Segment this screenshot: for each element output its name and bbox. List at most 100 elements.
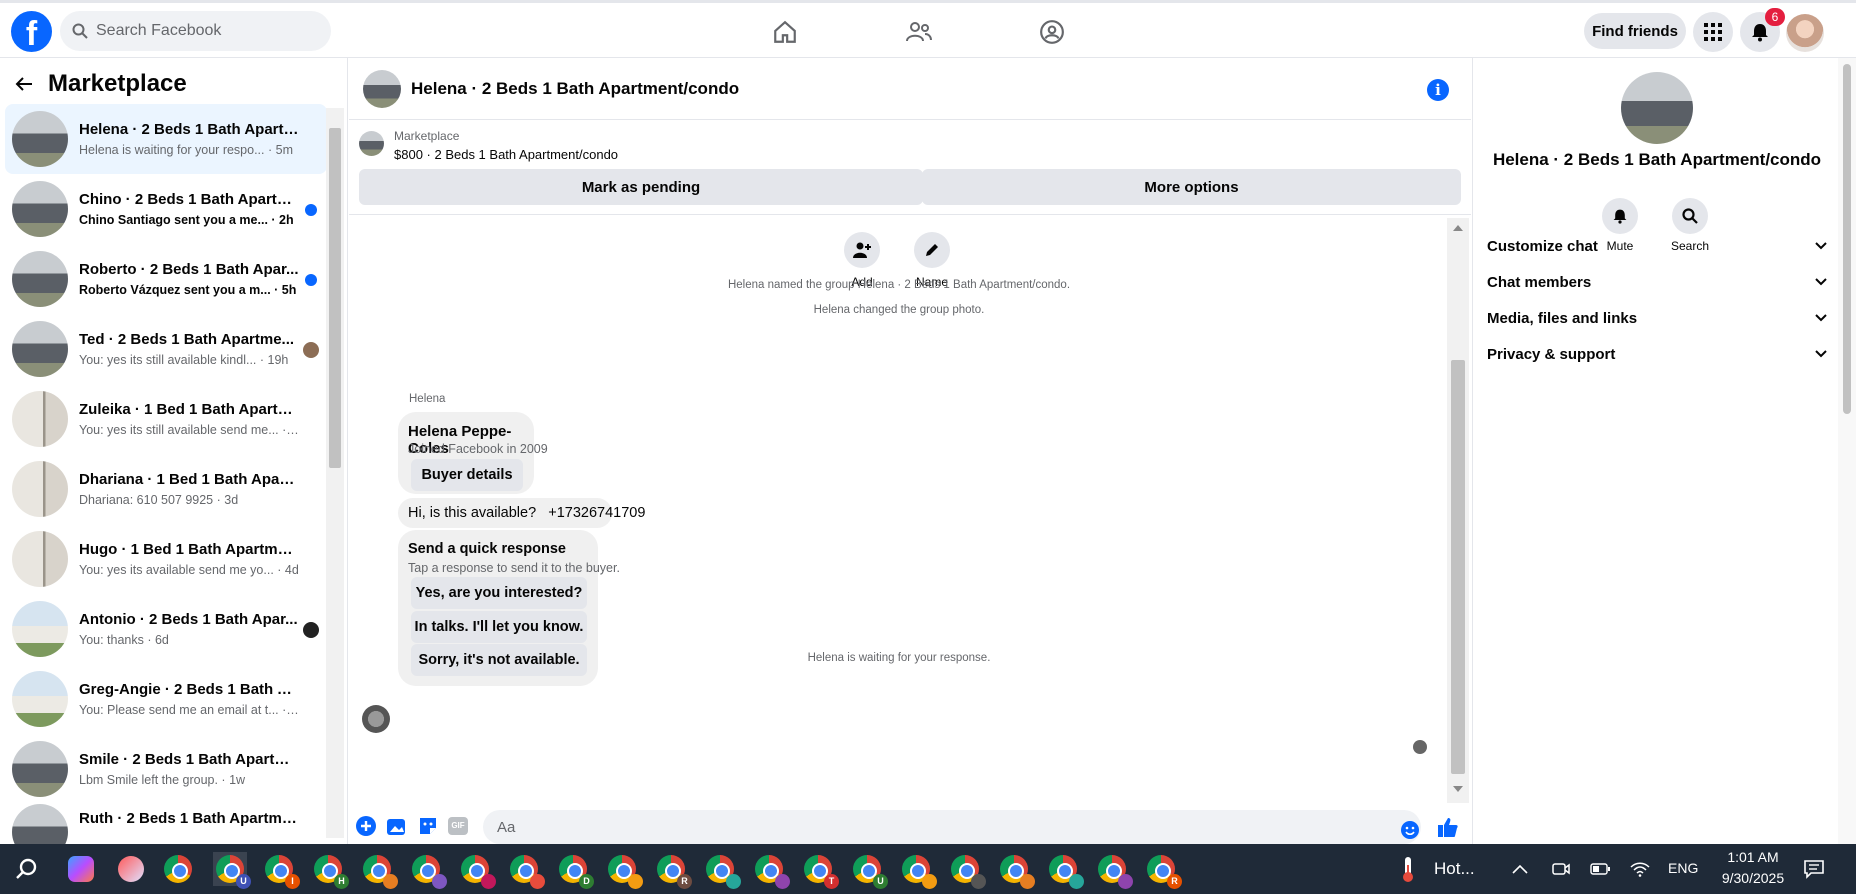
more-options-button[interactable]: More options <box>922 169 1461 205</box>
home-icon[interactable] <box>770 17 800 47</box>
camera-icon[interactable] <box>1544 852 1578 886</box>
clock-date[interactable]: 9/30/2025 <box>1712 870 1794 886</box>
sticker-icon[interactable] <box>417 815 439 837</box>
conversation-item[interactable]: Greg-Angie · 2 Beds 1 Bath Ap... You: Ple… <box>5 664 327 734</box>
chevron-up-icon[interactable] <box>1503 852 1537 886</box>
customize-chat-section[interactable]: Customize chat <box>1487 228 1827 264</box>
mark-as-pending-button[interactable]: Mark as pending <box>359 169 923 205</box>
search-input[interactable]: Search Facebook <box>96 22 221 40</box>
conversation-preview: Dhariana: 610 507 9925 · 3d <box>79 493 239 507</box>
chrome-profile-icon[interactable] <box>1046 852 1084 889</box>
facebook-logo-icon[interactable]: f <box>11 11 52 52</box>
weather-icon[interactable] <box>1391 852 1425 886</box>
quick-response-yes-button[interactable]: Yes, are you interested? <box>411 577 587 609</box>
chrome-profile-icon[interactable] <box>752 852 790 889</box>
chrome-profile-icon[interactable]: R <box>1144 852 1182 889</box>
listing-thumbnail <box>12 251 68 307</box>
plus-icon[interactable] <box>355 815 377 837</box>
chrome-profile-icon[interactable]: H <box>311 852 349 889</box>
menu-grid-icon[interactable] <box>1693 12 1733 52</box>
scroll-down-arrow-icon[interactable] <box>1453 786 1463 794</box>
scroll-up-arrow-icon[interactable] <box>1453 223 1463 231</box>
scrollbar-thumb[interactable] <box>1451 360 1465 774</box>
thumbs-up-icon[interactable] <box>1437 816 1459 838</box>
chrome-profile-icon[interactable] <box>409 852 447 889</box>
chrome-profile-icon[interactable]: U <box>850 852 888 889</box>
message-input[interactable]: Aa <box>483 810 1421 844</box>
chevron-down-icon <box>1815 350 1827 358</box>
media-files-links-section[interactable]: Media, files and links <box>1487 300 1827 336</box>
chrome-profile-icon[interactable]: D <box>556 852 594 889</box>
chrome-profile-icon[interactable] <box>360 852 398 889</box>
conversation-name: Smile · 2 Beds 1 Bath Apartme... <box>79 751 299 768</box>
scrollbar-thumb[interactable] <box>329 128 341 468</box>
page-scrollbar[interactable] <box>1838 58 1856 844</box>
weather-text[interactable]: Hot... <box>1434 859 1475 879</box>
conversation-item[interactable]: Roberto · 2 Beds 1 Bath Apar... Roberto V… <box>5 244 327 314</box>
conversation-item[interactable]: Dhariana · 1 Bed 1 Bath Apartm... Dharian… <box>5 454 327 524</box>
seen-avatar <box>303 622 319 638</box>
group-photo[interactable] <box>1621 72 1693 144</box>
conversation-item[interactable]: Ted · 2 Beds 1 Bath Apartme... You: yes i… <box>5 314 327 384</box>
listing-price[interactable]: $800 · 2 Beds 1 Bath Apartment/condo <box>394 147 618 162</box>
back-arrow-icon[interactable] <box>14 74 34 94</box>
chrome-profile-icon[interactable] <box>1095 852 1133 889</box>
conversation-item[interactable]: Helena · 2 Beds 1 Bath Apartm... Helena i… <box>5 104 327 174</box>
listing-thumbnail[interactable] <box>359 131 384 156</box>
conversation-item[interactable]: Chino · 2 Beds 1 Bath Apartm... Chino San… <box>5 174 327 244</box>
chrome-profile-icon[interactable] <box>605 852 643 889</box>
snipping-tool-icon[interactable] <box>114 852 148 886</box>
chrome-profile-icon[interactable] <box>507 852 545 889</box>
groups-icon[interactable] <box>1037 17 1067 47</box>
taskbar-search-icon[interactable] <box>9 852 43 886</box>
find-friends-button[interactable]: Find friends <box>1584 13 1686 49</box>
chrome-profile-icon[interactable] <box>703 852 741 889</box>
notification-center-icon[interactable] <box>1797 852 1831 886</box>
language-indicator[interactable]: ENG <box>1668 860 1698 876</box>
chrome-profile-icon[interactable]: T <box>801 852 839 889</box>
wifi-icon[interactable] <box>1623 852 1657 886</box>
search-icon <box>72 23 88 39</box>
chat-title[interactable]: Helena · 2 Beds 1 Bath Apartment/condo <box>411 79 739 99</box>
chrome-icon[interactable] <box>161 852 195 886</box>
buyer-details-button[interactable]: Buyer details <box>411 459 523 491</box>
conversation-item[interactable]: Antonio · 2 Beds 1 Bath Apar... You: than… <box>5 594 327 664</box>
chat-group-photo[interactable] <box>363 69 401 108</box>
conversation-item[interactable]: Hugo · 1 Bed 1 Bath Apartment... You: yes… <box>5 524 327 594</box>
sidebar-scrollbar[interactable] <box>326 108 344 838</box>
chrome-profile-icon[interactable] <box>458 852 496 889</box>
chrome-profile-icon[interactable] <box>948 852 986 889</box>
scrollbar-thumb[interactable] <box>1843 64 1851 414</box>
privacy-support-section[interactable]: Privacy & support <box>1487 336 1827 372</box>
chat-members-section[interactable]: Chat members <box>1487 264 1827 300</box>
chrome-profile-icon[interactable]: I <box>262 852 300 889</box>
clock-time[interactable]: 1:01 AM <box>1718 849 1788 865</box>
search-box[interactable]: Search Facebook <box>60 11 331 51</box>
chat-header: Helena · 2 Beds 1 Bath Apartment/condo i <box>349 58 1471 120</box>
copilot-icon[interactable] <box>64 852 98 886</box>
info-icon[interactable]: i <box>1427 79 1449 101</box>
bell-icon <box>1613 209 1627 224</box>
profile-letter-badge: D <box>579 874 594 889</box>
chrome-profile-icon[interactable]: R <box>654 852 692 889</box>
quick-response-talks-button[interactable]: In talks. I'll let you know. <box>411 611 587 643</box>
chrome-profile-icon[interactable] <box>899 852 937 889</box>
chrome-profile-icon[interactable] <box>997 852 1035 889</box>
message-bubble[interactable]: Hi, is this available? +17326741709 <box>398 498 645 528</box>
emoji-icon[interactable] <box>1399 819 1421 841</box>
profile-letter-badge <box>1020 874 1035 889</box>
conversation-item[interactable]: Ruth · 2 Beds 1 Bath Apartmen... <box>5 804 327 844</box>
chrome-profile-icon[interactable]: U <box>213 852 251 889</box>
profile-avatar[interactable] <box>1786 14 1824 52</box>
profile-letter-badge <box>481 874 496 889</box>
listing-thumbnail <box>12 181 68 237</box>
pencil-icon <box>926 244 938 256</box>
message-scrollbar[interactable] <box>1447 218 1469 803</box>
photo-icon[interactable] <box>386 815 408 837</box>
conversation-item[interactable]: Smile · 2 Beds 1 Bath Apartme... Lbm Smil… <box>5 734 327 804</box>
conversation-item[interactable]: Zuleika · 1 Bed 1 Bath Apartme... You: ye… <box>5 384 327 454</box>
sender-avatar[interactable] <box>362 705 390 733</box>
friends-icon[interactable] <box>904 17 934 47</box>
battery-icon[interactable] <box>1583 852 1617 886</box>
gif-icon[interactable]: GIF <box>447 815 469 837</box>
